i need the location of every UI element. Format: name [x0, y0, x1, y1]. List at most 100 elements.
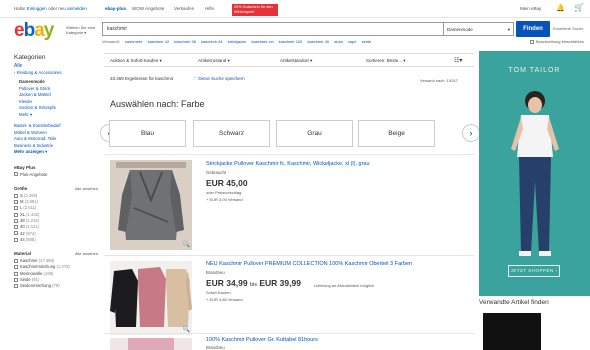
pink-sweater-image [110, 338, 192, 350]
bell-icon[interactable]: 🔔 [556, 4, 565, 12]
color-option[interactable]: Beige [358, 120, 435, 147]
size-count: (805) [25, 236, 36, 242]
checkbox-icon [14, 199, 18, 204]
ship-to[interactable]: Versand nach: 10247 [420, 78, 458, 83]
ebay-logo[interactable]: ebay [14, 20, 54, 42]
carousel-next-button[interactable]: › [462, 124, 480, 142]
sort-select[interactable]: Sortieren: Beste... ▾ [366, 58, 406, 64]
listing-title[interactable]: Strickjacke Pullover Kaschmir fc, Kaschm… [206, 161, 370, 167]
promo-banner[interactable]: 20% Gutschein für den Wintersport! [232, 4, 278, 16]
listing-image[interactable]: 🔍 [110, 261, 192, 335]
price-to: EUR 39,99 [259, 278, 301, 288]
checkbox-icon [14, 172, 18, 177]
category-selector[interactable]: Wählen Sie eine Kategorie ▾ [66, 25, 100, 35]
listing-image[interactable] [110, 338, 192, 350]
related-term[interactable]: kaschmir xxl [251, 39, 273, 44]
save-search-link[interactable]: ♡ Diese Suche speichern [193, 76, 245, 82]
listing-title[interactable]: NEU Kaschmir Pullover PREMIUM COLLECTION… [206, 261, 412, 267]
search-category-select[interactable]: Damenmode ▾ [444, 22, 514, 36]
sell-link[interactable]: Verkaufen [174, 6, 194, 11]
login-link[interactable]: Einloggen [27, 6, 47, 11]
divider [104, 255, 474, 256]
zoom-icon[interactable]: 🔍 [183, 326, 190, 333]
include-description-checkbox[interactable]: Beschreibung einschließen [530, 39, 584, 44]
three-sweaters-image [110, 261, 192, 335]
chevron-down-icon: ▾ [84, 30, 87, 35]
related-items-title: Verwandte Artikel finden [479, 299, 549, 306]
material-label: Seide [20, 277, 31, 283]
sidebar-title: Kategorien [14, 54, 46, 61]
shop-now-button[interactable]: JETZT SHOPPEN › [508, 265, 560, 277]
top-bar: Hallo! Einloggen oder neu anmelden ebay-… [0, 0, 590, 18]
sidebar-sub-more-label: Mehr [19, 111, 29, 117]
related-term[interactable]: kaschmir 44 [201, 39, 223, 44]
checkbox-icon [14, 193, 18, 198]
chevron-down-icon: ▾ [403, 58, 406, 63]
color-option[interactable]: Schwarz [193, 120, 270, 147]
material-label: Seidenmischung [20, 283, 51, 289]
chevron-down-icon: ▾ [159, 58, 162, 63]
listing-price: EUR 34,99 bis EUR 39,99 [206, 278, 301, 288]
filter-location[interactable]: Artikelstandort ▾ [280, 58, 312, 64]
material-count: (17.458) [38, 258, 55, 264]
tom-tailor-ad[interactable]: TOM TAILOR JETZT SHOPPEN › [479, 51, 590, 296]
related-term[interactable]: kaschmir 40 [308, 39, 330, 44]
greeting-text: Hallo! [14, 6, 26, 11]
listing-image[interactable]: 🔍 [110, 160, 192, 250]
filter-condition[interactable]: Artikelzustand ▾ [198, 58, 230, 64]
size-count: (1.216) [25, 217, 40, 223]
listing-title[interactable]: 100% Kaschmir Pullover Gr. Kuttabel 81ho… [206, 337, 318, 343]
size-see-all-link[interactable]: Alle ansehen [75, 186, 98, 191]
color-option[interactable]: Grau [276, 120, 353, 147]
ebay-plus-link[interactable]: ebay-plus [105, 6, 126, 11]
related-term[interactable]: stola [334, 39, 342, 44]
related-term[interactable]: strickjacke [228, 39, 247, 44]
help-link[interactable]: Hilfe [205, 6, 214, 11]
my-ebay-link[interactable]: Mein eBay [520, 6, 541, 11]
material-see-all-link[interactable]: Alle ansehen [75, 251, 98, 256]
material-count: (79) [52, 283, 60, 289]
related-term[interactable]: kaschmir 100 [279, 39, 303, 44]
material-label: Kaschmirmischung [20, 264, 56, 270]
checkbox-icon [14, 265, 18, 270]
checkbox-icon [14, 259, 18, 264]
advanced-search-link[interactable]: Erweiterte Suche [553, 26, 583, 31]
size-title: Größe [14, 185, 28, 191]
sidebar-show-more-label: Mehr anzeigen [14, 149, 44, 154]
find-button[interactable]: Finden [516, 21, 550, 37]
filter-format[interactable]: Auktion & Sofort-Kaufen ▾ [110, 58, 162, 64]
related-term[interactable]: cape [348, 39, 357, 44]
related-label: Verwandt: [102, 39, 120, 44]
sidebar-show-more[interactable]: Mehr anzeigen ▾ [14, 149, 98, 156]
chevron-down-icon: ▾ [30, 111, 33, 117]
ebay-plus-section-title: eBay Plus [14, 165, 98, 170]
wow-offers-link[interactable]: WOW Angebote [132, 6, 164, 11]
color-option[interactable]: Blau [109, 120, 186, 147]
zoom-icon[interactable]: 🔍 [183, 241, 190, 248]
checkbox-icon [14, 271, 18, 276]
checkbox-icon [14, 206, 18, 211]
related-term[interactable]: kaschmir 38 [174, 39, 196, 44]
listing-condition: Gebraucht [206, 170, 227, 175]
listing-note: Sofort-Kaufen [206, 290, 231, 295]
greeting: Hallo! Einloggen oder neu anmelden [14, 6, 87, 11]
related-term[interactable]: seide [362, 39, 372, 44]
size-option[interactable]: 44 (805) [14, 237, 98, 243]
related-searches: Verwandt: cashmere kaschmir 42 kaschmir … [102, 39, 375, 47]
size-count: (2.269) [23, 192, 38, 198]
cart-icon[interactable]: 🛒 [574, 3, 584, 12]
plus-offers-option[interactable]: Plus-Angebote [14, 172, 98, 178]
related-term[interactable]: kaschmir 42 [148, 39, 170, 44]
search-input[interactable]: kaschmir [102, 22, 444, 36]
divider [104, 154, 474, 155]
view-toggle-icon[interactable]: ☷▾ [454, 57, 462, 64]
register-link[interactable]: anmelden [67, 6, 87, 11]
include-description-label: Beschreibung einschließen [536, 39, 585, 44]
search-category-value: Damenmode [447, 27, 473, 32]
related-item-image[interactable] [483, 313, 541, 350]
size-count: (2.611) [23, 205, 37, 211]
material-option[interactable]: Seidenmischung (79) [14, 283, 98, 289]
size-label: 40 [20, 224, 25, 230]
logo-letter-a: a [34, 20, 45, 41]
related-term[interactable]: cashmere [125, 39, 143, 44]
